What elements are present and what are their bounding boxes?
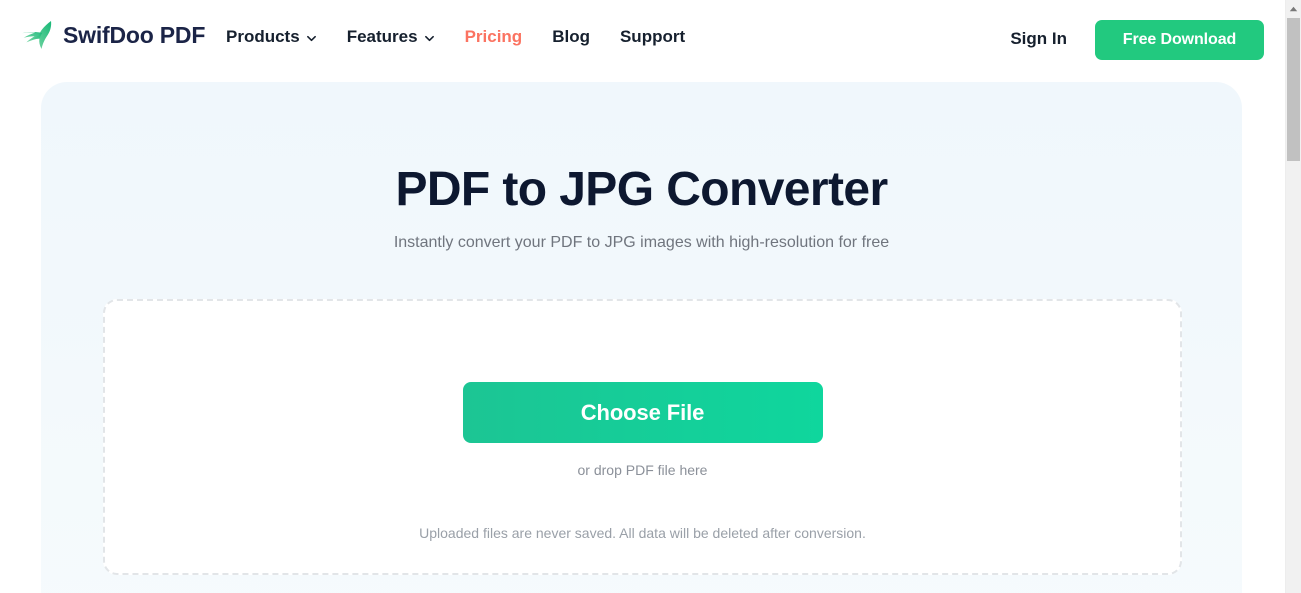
nav-item-support[interactable]: Support <box>620 27 685 47</box>
site-header: SwifDoo PDF Products Features Pricing Bl… <box>0 0 1285 82</box>
choose-file-button[interactable]: Choose File <box>462 382 823 443</box>
scrollbar-thumb[interactable] <box>1287 18 1300 161</box>
nav-item-features-label: Features <box>346 27 418 46</box>
vertical-scrollbar[interactable] <box>1285 0 1301 593</box>
nav-item-pricing[interactable]: Pricing <box>465 27 523 47</box>
page-title: PDF to JPG Converter <box>395 163 888 216</box>
chevron-down-icon <box>306 33 317 44</box>
brand-name: SwifDoo PDF <box>63 21 206 48</box>
scroll-up-arrow-icon[interactable] <box>1286 0 1301 17</box>
swallow-bird-logo-icon <box>20 20 54 50</box>
nav-item-pricing-label: Pricing <box>464 27 523 46</box>
nav-item-blog-label: Blog <box>552 27 590 46</box>
nav-item-products[interactable]: Products <box>226 27 317 47</box>
privacy-note-text: Uploaded files are never saved. All data… <box>419 525 866 541</box>
page-subtitle: Instantly convert your PDF to JPG images… <box>393 234 890 251</box>
browser-viewport: SwifDoo PDF Products Features Pricing Bl… <box>0 0 1285 593</box>
drop-hint-text: or drop PDF file here <box>577 462 708 478</box>
main-navigation: Products Features Pricing Blog Support <box>226 27 715 47</box>
nav-item-features[interactable]: Features <box>347 27 435 47</box>
site-logo[interactable]: SwifDoo PDF <box>20 20 205 50</box>
chevron-down-icon <box>424 33 435 44</box>
nav-item-blog[interactable]: Blog <box>552 27 590 47</box>
sign-in-link[interactable]: Sign In <box>1010 29 1067 49</box>
file-dropzone[interactable]: Choose File or drop PDF file here Upload… <box>103 299 1182 575</box>
free-download-button[interactable]: Free Download <box>1095 20 1264 60</box>
nav-item-support-label: Support <box>619 27 686 46</box>
nav-item-products-label: Products <box>226 27 300 46</box>
hero-panel: PDF to JPG Converter Instantly convert y… <box>41 82 1242 593</box>
